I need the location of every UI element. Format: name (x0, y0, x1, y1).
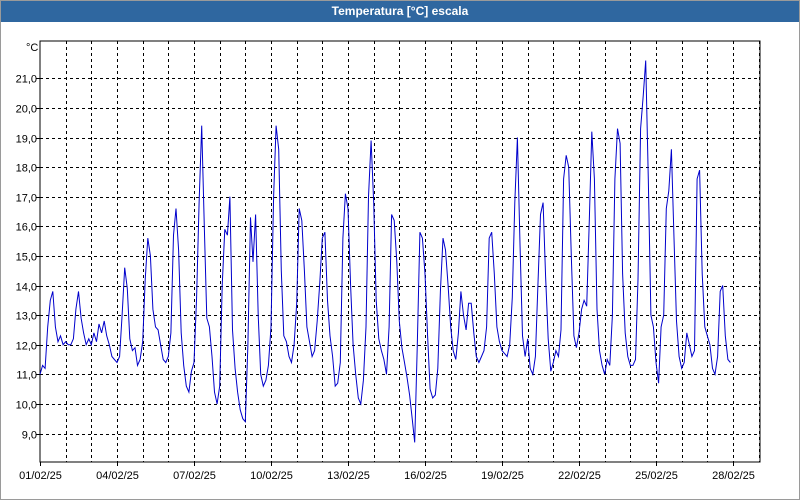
y-tick-label: 16,0 (16, 222, 37, 234)
x-tick-label: 07/02/25 (173, 470, 216, 482)
y-tick-label: 20,0 (16, 104, 37, 116)
y-axis-unit-label: °C (26, 42, 38, 54)
x-tick-label: 10/02/25 (250, 470, 293, 482)
x-tick-label: 19/02/25 (481, 470, 524, 482)
y-tick-label: 12,0 (16, 341, 37, 353)
y-tick-labels: 9,0 10,0 11,0 12,0 13,0 14,0 15,0 16,0 17,0 18,0 1… (16, 74, 37, 442)
y-tick-label: 15,0 (16, 252, 37, 264)
axes (36, 40, 761, 466)
temperature-chart: 9,0 10,0 11,0 12,0 13,0 14,0 15,0 16,0 17,0 18,0 1… (16, 40, 761, 482)
x-tick-label: 04/02/25 (96, 470, 139, 482)
y-tick-label: 11,0 (16, 370, 37, 382)
y-tick-label: 21,0 (16, 74, 37, 86)
y-tick-label: 14,0 (16, 282, 37, 294)
y-tick-label: 10,0 (16, 400, 37, 412)
y-tick-label: 19,0 (16, 134, 37, 146)
y-tick-label: 13,0 (16, 311, 37, 323)
chart-window: Temperatura [°C] escala 9,0 10,0 11,0 12,0 1… (0, 0, 800, 500)
grid (40, 41, 760, 462)
x-tick-labels: 01/02/25 04/02/25 07/02/25 10/02/25 13/02/25… (19, 470, 755, 482)
y-tick-label: 17,0 (16, 193, 37, 205)
y-tick-label: 18,0 (16, 163, 37, 175)
y-tick-label: 9,0 (22, 430, 37, 442)
x-tick-label: 16/02/25 (404, 470, 447, 482)
x-tick-label: 01/02/25 (19, 470, 62, 482)
x-tick-label: 13/02/25 (327, 470, 370, 482)
x-tick-label: 25/02/25 (635, 470, 678, 482)
x-tick-label: 28/02/25 (712, 470, 755, 482)
x-tick-label: 22/02/25 (558, 470, 601, 482)
